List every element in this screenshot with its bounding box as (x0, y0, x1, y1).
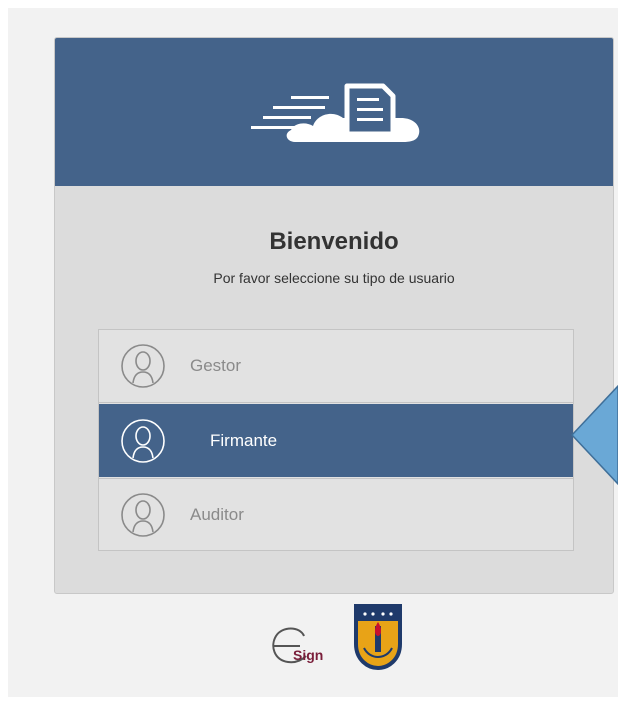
login-card: Bienvenido Por favor seleccione su tipo … (54, 37, 614, 594)
pointer-arrow-icon (570, 384, 618, 486)
role-label: Auditor (190, 505, 244, 524)
role-label: Gestor (190, 356, 242, 375)
welcome-subtitle: Por favor seleccione su tipo de usuario (213, 270, 455, 286)
card-header (55, 38, 613, 186)
role-option-firmante[interactable]: Firmante (99, 404, 573, 477)
esign-label: Sign (293, 647, 324, 663)
university-shield-icon (354, 604, 402, 670)
user-icon (121, 344, 165, 388)
role-label: Firmante (210, 430, 278, 450)
user-type-list: Gestor Firmante Auditor (98, 329, 574, 551)
role-option-auditor[interactable]: Auditor (99, 478, 573, 551)
role-option-gestor[interactable]: Gestor (99, 330, 573, 403)
cloud-document-icon (251, 83, 420, 142)
user-icon (121, 493, 165, 537)
welcome-title: Bienvenido (269, 228, 399, 255)
user-icon (121, 418, 165, 463)
